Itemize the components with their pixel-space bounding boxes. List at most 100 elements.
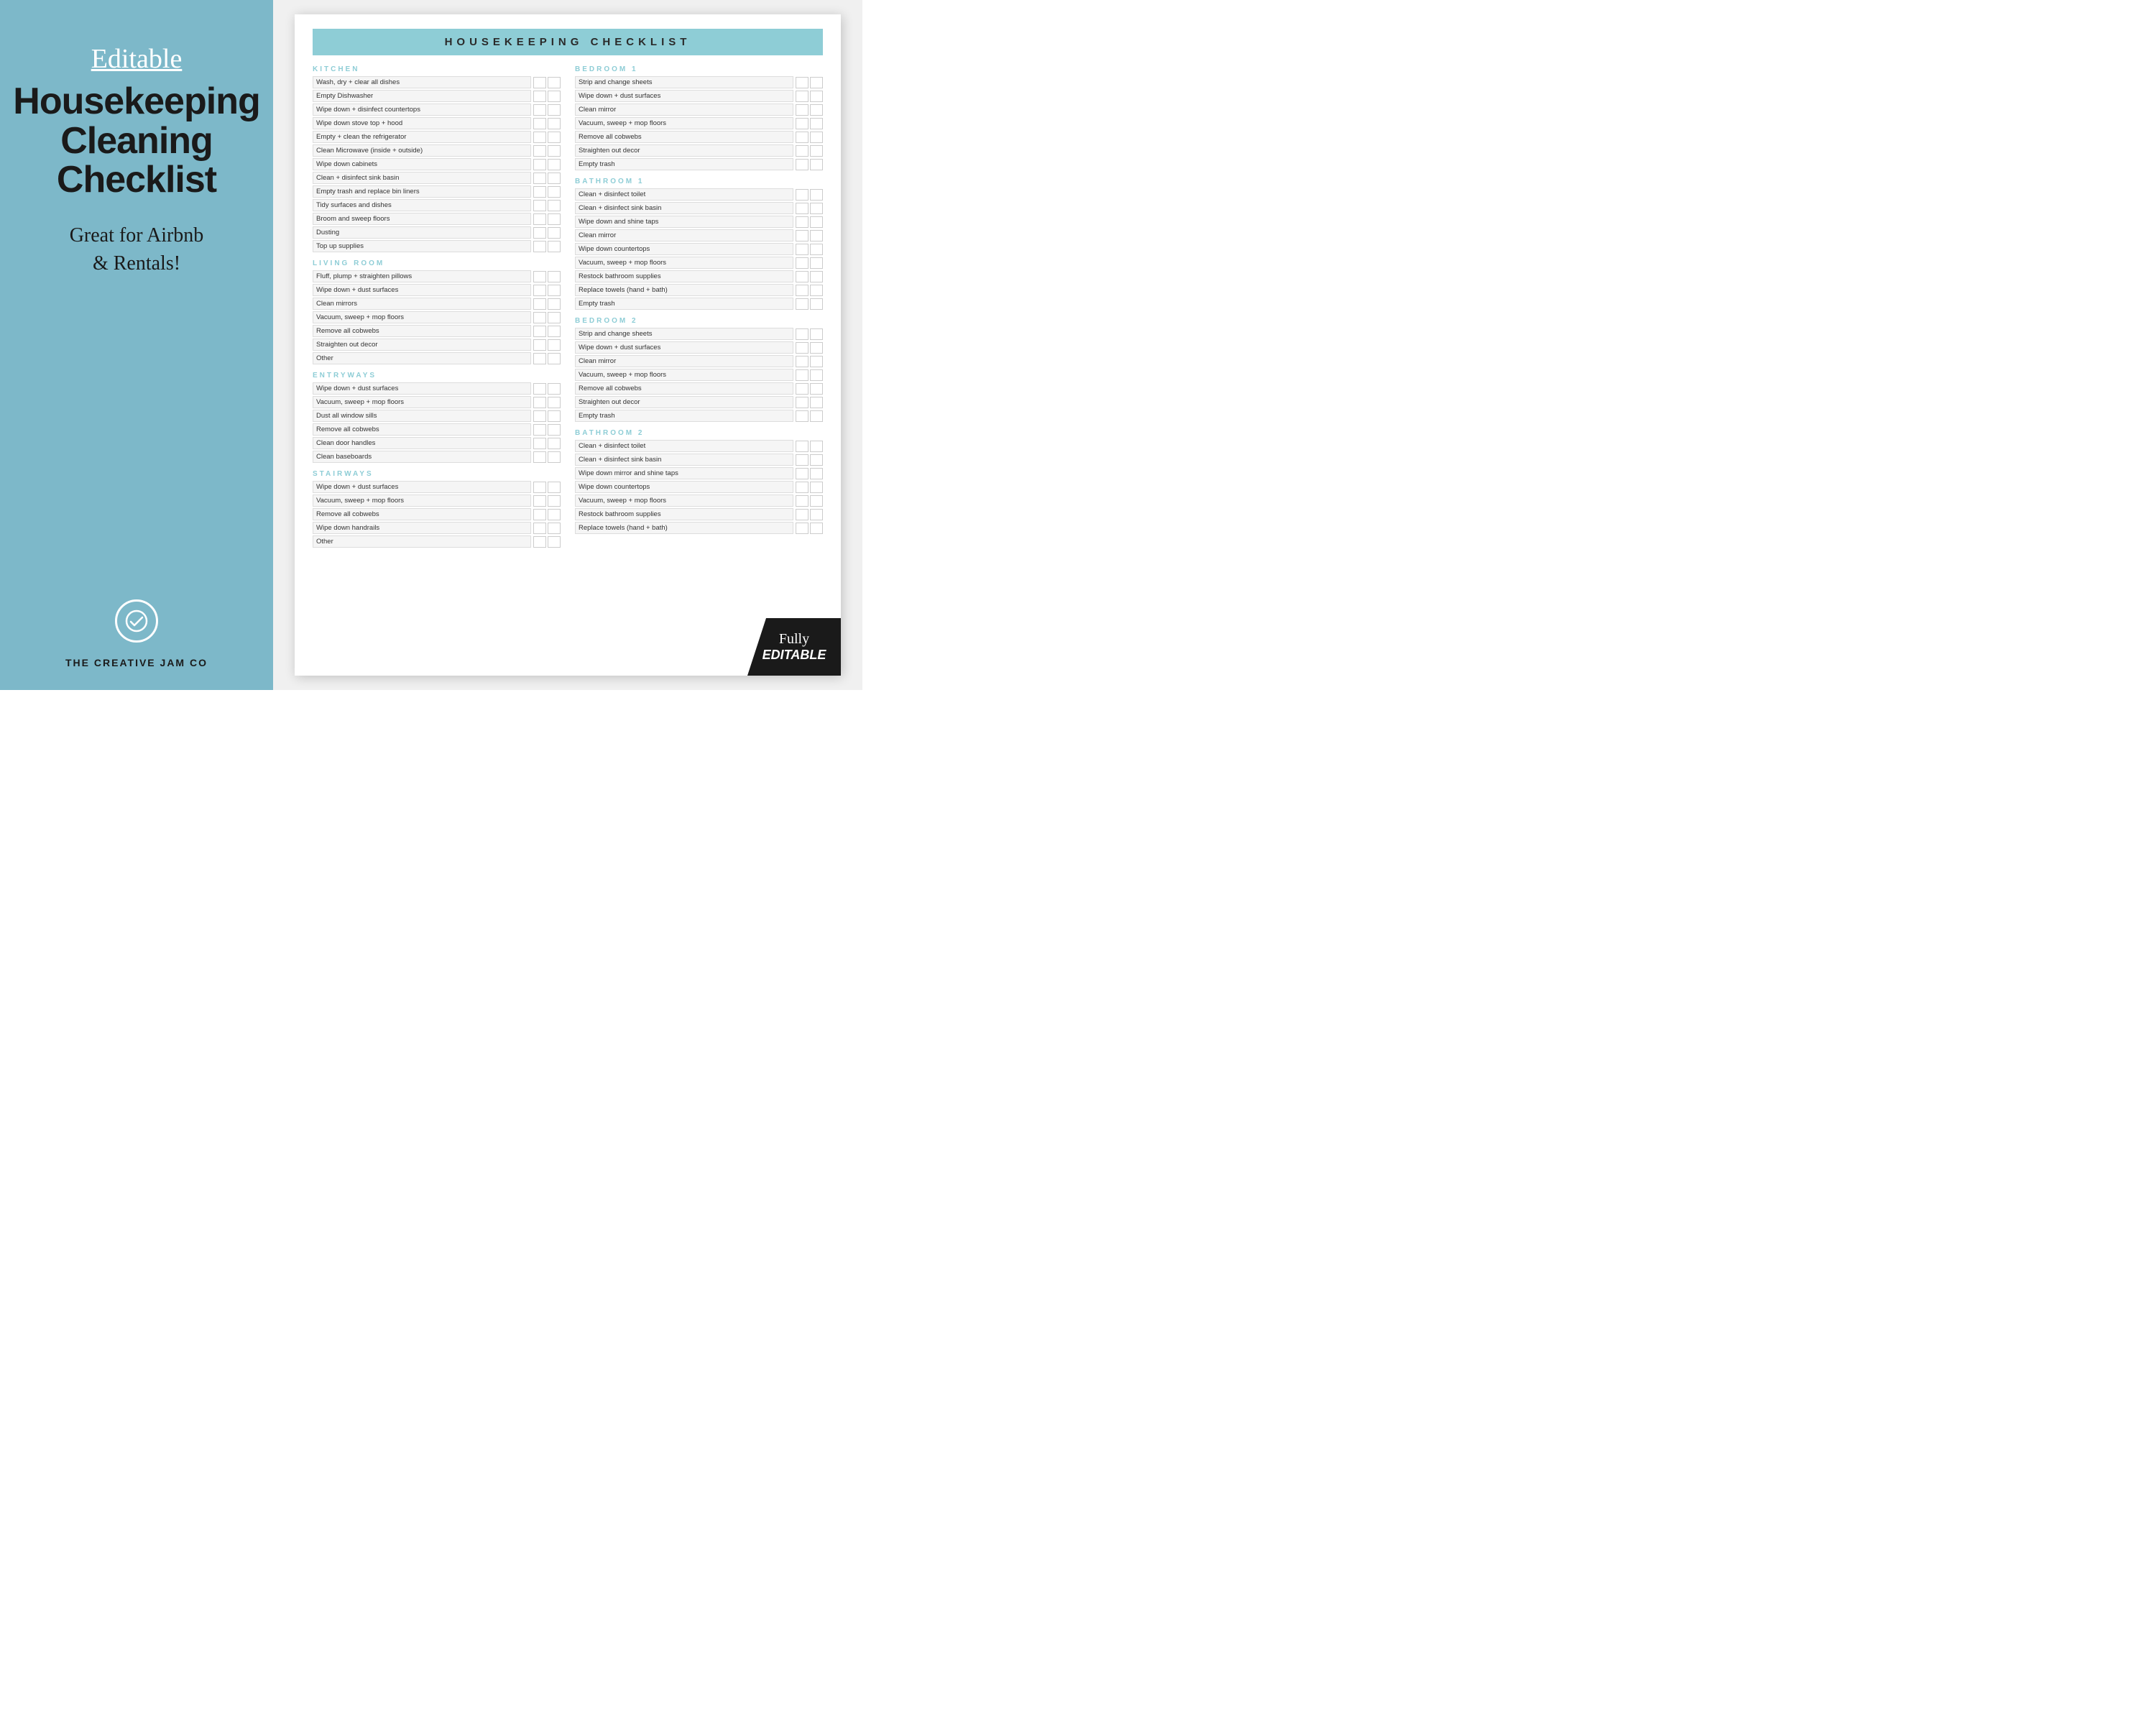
checkbox[interactable] — [533, 104, 546, 116]
checkbox[interactable] — [533, 91, 546, 102]
checkbox[interactable] — [796, 441, 808, 452]
checkbox[interactable] — [533, 172, 546, 184]
checkbox[interactable] — [533, 271, 546, 282]
checkbox[interactable] — [810, 342, 823, 354]
checkbox[interactable] — [548, 383, 561, 395]
checkbox[interactable] — [796, 257, 808, 269]
checkbox[interactable] — [796, 523, 808, 534]
checkbox[interactable] — [533, 536, 546, 548]
checkbox[interactable] — [548, 241, 561, 252]
checkbox[interactable] — [810, 397, 823, 408]
checkbox[interactable] — [810, 203, 823, 214]
checkbox[interactable] — [548, 104, 561, 116]
checkbox[interactable] — [796, 509, 808, 520]
checkbox[interactable] — [533, 132, 546, 143]
checkbox[interactable] — [548, 118, 561, 129]
checkbox[interactable] — [533, 159, 546, 170]
checkbox[interactable] — [533, 285, 546, 296]
checkbox[interactable] — [810, 118, 823, 129]
checkbox[interactable] — [796, 369, 808, 381]
checkbox[interactable] — [548, 172, 561, 184]
checkbox[interactable] — [548, 132, 561, 143]
checkbox[interactable] — [810, 468, 823, 479]
checkbox[interactable] — [810, 410, 823, 422]
checkbox[interactable] — [810, 369, 823, 381]
checkbox[interactable] — [796, 342, 808, 354]
checkbox[interactable] — [796, 159, 808, 170]
checkbox[interactable] — [796, 285, 808, 296]
checkbox[interactable] — [810, 441, 823, 452]
checkbox[interactable] — [548, 145, 561, 157]
checkbox[interactable] — [548, 326, 561, 337]
checkbox[interactable] — [796, 203, 808, 214]
checkbox[interactable] — [548, 410, 561, 422]
checkbox[interactable] — [533, 145, 546, 157]
checkbox[interactable] — [548, 482, 561, 493]
checkbox[interactable] — [548, 424, 561, 436]
checkbox[interactable] — [548, 536, 561, 548]
checkbox[interactable] — [796, 216, 808, 228]
checkbox[interactable] — [796, 91, 808, 102]
checkbox[interactable] — [548, 312, 561, 323]
checkbox[interactable] — [796, 77, 808, 88]
checkbox[interactable] — [810, 271, 823, 282]
checkbox[interactable] — [796, 132, 808, 143]
checkbox[interactable] — [810, 328, 823, 340]
checkbox[interactable] — [548, 495, 561, 507]
checkbox[interactable] — [796, 230, 808, 242]
checkbox[interactable] — [796, 104, 808, 116]
checkbox[interactable] — [810, 91, 823, 102]
checkbox[interactable] — [796, 482, 808, 493]
checkbox[interactable] — [533, 213, 546, 225]
checkbox[interactable] — [548, 159, 561, 170]
checkbox[interactable] — [796, 145, 808, 157]
checkbox[interactable] — [810, 104, 823, 116]
checkbox[interactable] — [548, 397, 561, 408]
checkbox[interactable] — [548, 271, 561, 282]
checkbox[interactable] — [810, 189, 823, 201]
checkbox[interactable] — [548, 339, 561, 351]
checkbox[interactable] — [796, 244, 808, 255]
checkbox[interactable] — [533, 424, 546, 436]
checkbox[interactable] — [810, 285, 823, 296]
checkbox[interactable] — [810, 495, 823, 507]
checkbox[interactable] — [796, 454, 808, 466]
checkbox[interactable] — [810, 356, 823, 367]
checkbox[interactable] — [548, 509, 561, 520]
checkbox[interactable] — [548, 213, 561, 225]
checkbox[interactable] — [533, 482, 546, 493]
checkbox[interactable] — [796, 356, 808, 367]
checkbox[interactable] — [548, 353, 561, 364]
checkbox[interactable] — [810, 77, 823, 88]
checkbox[interactable] — [810, 454, 823, 466]
checkbox[interactable] — [810, 523, 823, 534]
checkbox[interactable] — [533, 495, 546, 507]
checkbox[interactable] — [810, 257, 823, 269]
checkbox[interactable] — [796, 468, 808, 479]
checkbox[interactable] — [810, 230, 823, 242]
checkbox[interactable] — [533, 186, 546, 198]
checkbox[interactable] — [533, 326, 546, 337]
checkbox[interactable] — [796, 397, 808, 408]
checkbox[interactable] — [796, 298, 808, 310]
checkbox[interactable] — [548, 77, 561, 88]
checkbox[interactable] — [810, 482, 823, 493]
checkbox[interactable] — [810, 216, 823, 228]
checkbox[interactable] — [533, 523, 546, 534]
checkbox[interactable] — [533, 241, 546, 252]
checkbox[interactable] — [548, 200, 561, 211]
checkbox[interactable] — [533, 118, 546, 129]
checkbox[interactable] — [810, 132, 823, 143]
checkbox[interactable] — [533, 298, 546, 310]
checkbox[interactable] — [796, 328, 808, 340]
checkbox[interactable] — [796, 495, 808, 507]
checkbox[interactable] — [533, 227, 546, 239]
checkbox[interactable] — [533, 200, 546, 211]
checkbox[interactable] — [796, 118, 808, 129]
checkbox[interactable] — [548, 91, 561, 102]
checkbox[interactable] — [548, 285, 561, 296]
checkbox[interactable] — [796, 410, 808, 422]
checkbox[interactable] — [796, 189, 808, 201]
checkbox[interactable] — [533, 353, 546, 364]
checkbox[interactable] — [533, 397, 546, 408]
